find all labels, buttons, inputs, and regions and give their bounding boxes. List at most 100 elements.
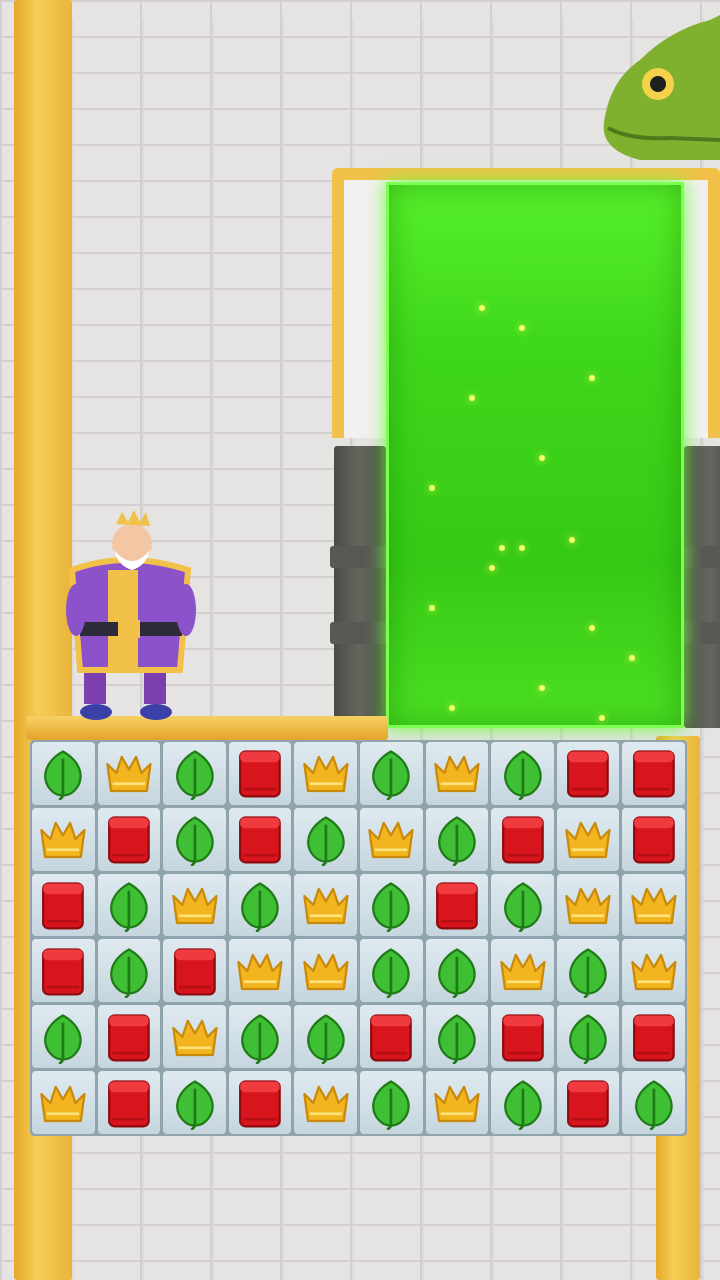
- board-tile-crown[interactable]: [556, 807, 620, 871]
- board-tile-leaf[interactable]: [32, 1005, 95, 1069]
- board-tile-leaf[interactable]: [425, 807, 489, 871]
- board-tile-leaf[interactable]: [228, 1005, 292, 1069]
- board-tile-leaf[interactable]: [359, 939, 423, 1003]
- leaf-icon: [98, 939, 161, 1002]
- crown-icon: [163, 1005, 226, 1068]
- board-tile-crown[interactable]: [163, 1005, 226, 1069]
- portal-spark: [479, 305, 485, 311]
- board-tile-leaf[interactable]: [359, 873, 423, 937]
- board-tile-leaf[interactable]: [491, 1071, 554, 1134]
- game-scene: [0, 0, 720, 1280]
- board-tile-leaf[interactable]: [425, 939, 489, 1003]
- leaf-icon: [491, 742, 554, 805]
- board-tile-crown[interactable]: [32, 1071, 95, 1134]
- king-icon: [66, 510, 196, 720]
- crown-icon: [360, 808, 423, 871]
- board-tile-crown[interactable]: [228, 939, 292, 1003]
- leaf-icon: [491, 874, 554, 937]
- crown-icon: [32, 808, 95, 871]
- board-tile-crown[interactable]: [163, 873, 226, 937]
- crown-icon: [294, 1071, 357, 1134]
- board-tile-crown[interactable]: [425, 1071, 489, 1134]
- portal-spark: [569, 537, 575, 543]
- board-tile-leaf[interactable]: [163, 807, 226, 871]
- board-tile-book[interactable]: [97, 1071, 161, 1134]
- leaf-icon: [163, 742, 226, 805]
- board-tile-leaf[interactable]: [359, 1071, 423, 1134]
- board-tile-leaf[interactable]: [97, 939, 161, 1003]
- board-tile-book[interactable]: [491, 807, 554, 871]
- board-tile-crown[interactable]: [32, 807, 95, 871]
- board-tile-leaf[interactable]: [32, 742, 95, 805]
- portal-spark: [589, 375, 595, 381]
- board-tile-book[interactable]: [556, 1071, 620, 1134]
- board-tile-book[interactable]: [359, 1005, 423, 1069]
- crown-icon: [622, 874, 685, 937]
- leaf-icon: [294, 808, 357, 871]
- red-box-icon: [557, 742, 620, 805]
- portal-spark: [499, 545, 505, 551]
- board-tile-book[interactable]: [97, 807, 161, 871]
- board-tile-book[interactable]: [622, 1005, 685, 1069]
- crown-icon: [426, 1071, 489, 1134]
- board-tile-book[interactable]: [228, 807, 292, 871]
- leaf-icon: [163, 808, 226, 871]
- board-tile-book[interactable]: [622, 807, 685, 871]
- red-box-icon: [360, 1005, 423, 1068]
- leaf-icon: [360, 939, 423, 1002]
- board-tile-leaf[interactable]: [163, 742, 226, 805]
- portal-spark: [469, 395, 475, 401]
- snake-head-icon: [603, 15, 720, 160]
- board-tile-crown[interactable]: [294, 1071, 357, 1134]
- board-tile-leaf[interactable]: [622, 1071, 685, 1134]
- leaf-icon: [426, 939, 489, 1002]
- board-tile-book[interactable]: [32, 873, 95, 937]
- board-tile-leaf[interactable]: [425, 1005, 489, 1069]
- board-tile-leaf[interactable]: [163, 1071, 226, 1134]
- portal-spark: [429, 485, 435, 491]
- portal-spark: [629, 655, 635, 661]
- board-tile-crown[interactable]: [425, 742, 489, 805]
- board-tile-leaf[interactable]: [556, 1005, 620, 1069]
- board-tile-leaf[interactable]: [228, 873, 292, 937]
- leaf-icon: [426, 1005, 489, 1068]
- leaf-icon: [557, 1005, 620, 1068]
- board-tile-book[interactable]: [425, 873, 489, 937]
- board-tile-book[interactable]: [228, 1071, 292, 1134]
- match-board: [30, 740, 687, 1136]
- board-tile-crown[interactable]: [359, 807, 423, 871]
- red-box-icon: [32, 874, 95, 937]
- board-tile-crown[interactable]: [97, 742, 161, 805]
- portal-spark: [519, 325, 525, 331]
- board-tile-crown[interactable]: [622, 939, 685, 1003]
- board-tile-book[interactable]: [556, 742, 620, 805]
- portal-spark: [429, 605, 435, 611]
- leaf-icon: [360, 874, 423, 937]
- board-tile-book[interactable]: [97, 1005, 161, 1069]
- board-tile-leaf[interactable]: [556, 939, 620, 1003]
- crown-icon: [294, 874, 357, 937]
- board-tile-leaf[interactable]: [359, 742, 423, 805]
- board-tile-crown[interactable]: [622, 873, 685, 937]
- board-tile-book[interactable]: [622, 742, 685, 805]
- board-tile-leaf[interactable]: [491, 873, 554, 937]
- portal-spark: [449, 705, 455, 711]
- board-tile-crown[interactable]: [294, 873, 357, 937]
- board-tile-crown[interactable]: [556, 873, 620, 937]
- leaf-icon: [426, 808, 489, 871]
- board-tile-book[interactable]: [32, 939, 95, 1003]
- crown-icon: [426, 742, 489, 805]
- board-tile-leaf[interactable]: [491, 742, 554, 805]
- board-tile-crown[interactable]: [294, 939, 357, 1003]
- board-tile-crown[interactable]: [294, 742, 357, 805]
- board-tile-leaf[interactable]: [294, 1005, 357, 1069]
- red-box-icon: [622, 808, 685, 871]
- board-tile-leaf[interactable]: [97, 873, 161, 937]
- board-tile-book[interactable]: [491, 1005, 554, 1069]
- board-tile-book[interactable]: [228, 742, 292, 805]
- leaf-icon: [491, 1071, 554, 1134]
- red-box-icon: [557, 1071, 620, 1134]
- board-tile-crown[interactable]: [491, 939, 554, 1003]
- board-tile-leaf[interactable]: [294, 807, 357, 871]
- board-tile-book[interactable]: [163, 939, 226, 1003]
